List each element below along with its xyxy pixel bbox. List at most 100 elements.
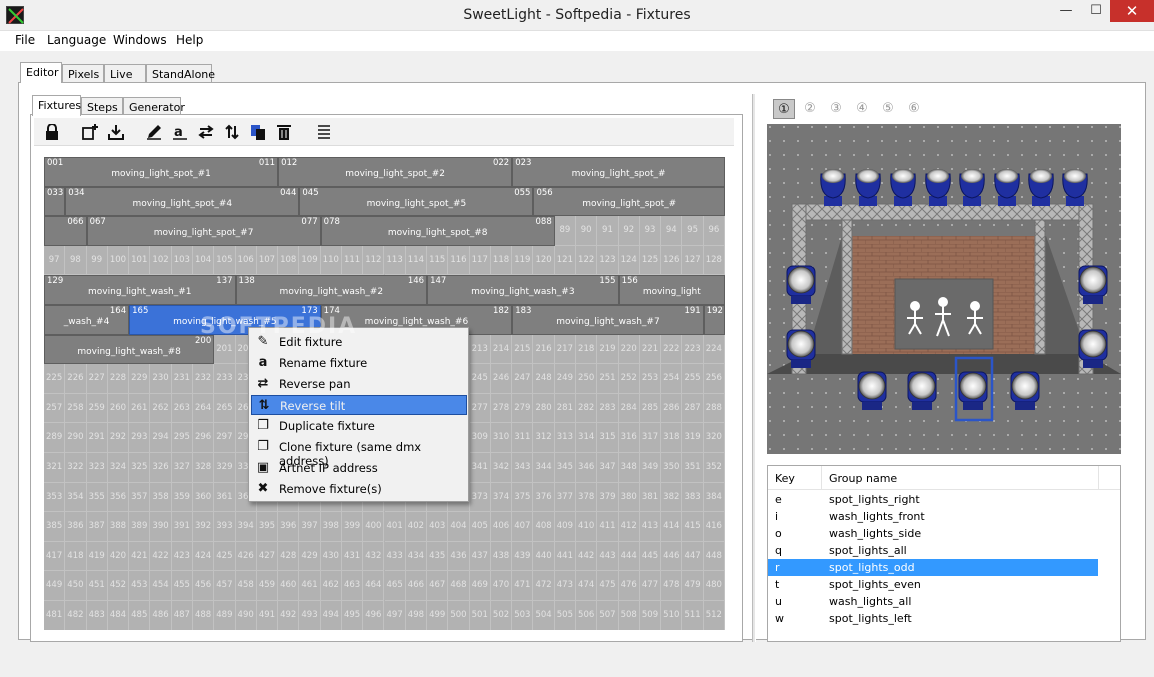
tab-standalone[interactable]: StandAlone: [146, 64, 215, 83]
dmx-channel-cell[interactable]: 111: [341, 245, 364, 276]
tab-fixtures[interactable]: Fixtures: [32, 95, 81, 116]
dmx-channel-cell[interactable]: 215: [512, 334, 534, 365]
group-row[interactable]: w spot_lights_left: [768, 610, 1098, 627]
dmx-channel-cell[interactable]: 379: [597, 482, 619, 513]
dmx-channel-cell[interactable]: 404: [448, 512, 470, 542]
dmx-channel-cell[interactable]: 117: [469, 245, 491, 276]
dmx-channel-cell[interactable]: 455: [171, 571, 193, 601]
dmx-channel-cell[interactable]: 324: [107, 453, 130, 483]
dmx-channel-cell[interactable]: 356: [107, 482, 130, 513]
dmx-channel-cell[interactable]: 477: [639, 571, 662, 601]
dmx-channel-cell[interactable]: 493: [299, 601, 321, 630]
dmx-channel-cell[interactable]: 353: [44, 482, 66, 513]
menu-help[interactable]: Help: [176, 33, 203, 47]
group-row[interactable]: u wash_lights_all: [768, 593, 1098, 610]
dmx-channel-cell[interactable]: 120: [533, 245, 555, 276]
dmx-channel-cell[interactable]: 359: [171, 482, 193, 513]
dmx-channel-cell[interactable]: 389: [129, 512, 151, 542]
dmx-channel-cell[interactable]: 105: [214, 245, 236, 276]
dmx-channel-cell[interactable]: 227: [86, 364, 108, 394]
dmx-channel-cell[interactable]: 119: [512, 245, 534, 276]
dmx-channel-cell[interactable]: 323: [86, 453, 108, 483]
dmx-channel-cell[interactable]: 483: [86, 601, 108, 630]
dmx-channel-cell[interactable]: 252: [618, 364, 640, 394]
dmx-channel-cell[interactable]: 428: [278, 541, 300, 572]
dmx-channel-cell[interactable]: 247: [512, 364, 534, 394]
dmx-channel-cell[interactable]: 222: [661, 334, 683, 365]
dmx-channel-cell[interactable]: 104: [192, 245, 215, 276]
dmx-channel-cell[interactable]: 349: [639, 453, 662, 483]
dmx-channel-cell[interactable]: 214: [490, 334, 513, 365]
dmx-channel-cell[interactable]: 496: [363, 601, 385, 630]
dmx-channel-cell[interactable]: 95: [682, 216, 704, 246]
dmx-channel-cell[interactable]: 384: [703, 482, 725, 513]
fixture-block[interactable]: 001 011 moving_light_spot_#1: [44, 157, 279, 187]
minimize-button[interactable]: —: [1052, 0, 1080, 22]
rename-icon[interactable]: a: [170, 122, 190, 142]
dmx-channel-cell[interactable]: 510: [661, 601, 683, 630]
dmx-channel-cell[interactable]: 449: [44, 571, 66, 601]
dmx-channel-cell[interactable]: 201: [214, 334, 236, 365]
tab-pixels[interactable]: Pixels: [62, 64, 104, 83]
group-row[interactable]: t spot_lights_even: [768, 576, 1098, 593]
dmx-channel-cell[interactable]: 391: [171, 512, 193, 542]
dmx-channel-cell[interactable]: 385: [44, 512, 66, 542]
dmx-channel-cell[interactable]: 360: [192, 482, 215, 513]
fixture-block[interactable]: 138 146 moving_light_wash_#2: [235, 275, 428, 305]
dmx-channel-cell[interactable]: 398: [320, 512, 342, 542]
dmx-channel-cell[interactable]: 508: [618, 601, 640, 630]
dmx-channel-cell[interactable]: 443: [597, 541, 619, 572]
tab-live[interactable]: Live: [104, 64, 146, 83]
menu-windows[interactable]: Windows: [113, 33, 167, 47]
dmx-channel-cell[interactable]: 440: [533, 541, 555, 572]
dmx-channel-cell[interactable]: 458: [235, 571, 257, 601]
dmx-channel-cell[interactable]: 397: [299, 512, 321, 542]
dmx-channel-cell[interactable]: 253: [639, 364, 662, 394]
dmx-channel-cell[interactable]: 487: [171, 601, 193, 630]
dmx-channel-cell[interactable]: 232: [192, 364, 215, 394]
context-menu-item-reverse-tilt[interactable]: ⇅ Reverse tilt: [251, 395, 467, 415]
fixture-block[interactable]: 023 moving_light_spot_#: [512, 157, 725, 187]
dmx-channel-cell[interactable]: 468: [448, 571, 470, 601]
context-menu-item-edit-fixture[interactable]: ✎ Edit fixture: [251, 332, 467, 352]
dmx-channel-cell[interactable]: 124: [618, 245, 640, 276]
dmx-channel-cell[interactable]: 456: [192, 571, 215, 601]
dmx-channel-cell[interactable]: 502: [490, 601, 513, 630]
dmx-channel-cell[interactable]: 465: [384, 571, 406, 601]
dmx-channel-cell[interactable]: 90: [576, 216, 598, 246]
dmx-channel-cell[interactable]: 424: [192, 541, 215, 572]
dmx-channel-cell[interactable]: 395: [256, 512, 279, 542]
dmx-channel-cell[interactable]: 446: [661, 541, 683, 572]
close-button[interactable]: ✕: [1110, 0, 1154, 22]
dmx-channel-cell[interactable]: 387: [86, 512, 108, 542]
dmx-channel-cell[interactable]: 216: [533, 334, 555, 365]
dmx-channel-cell[interactable]: 499: [427, 601, 449, 630]
dmx-channel-cell[interactable]: 350: [661, 453, 683, 483]
dmx-channel-cell[interactable]: 246: [490, 364, 513, 394]
dmx-channel-cell[interactable]: 507: [597, 601, 619, 630]
dmx-channel-cell[interactable]: 92: [618, 216, 640, 246]
dmx-channel-cell[interactable]: 416: [703, 512, 725, 542]
dmx-channel-cell[interactable]: 256: [703, 364, 725, 394]
dmx-channel-cell[interactable]: 444: [618, 541, 640, 572]
column-key-header[interactable]: Key: [775, 472, 795, 485]
dmx-channel-cell[interactable]: 426: [235, 541, 257, 572]
column-group-name-header[interactable]: Group name: [829, 472, 897, 485]
dmx-channel-cell[interactable]: 490: [235, 601, 257, 630]
dmx-channel-cell[interactable]: 438: [490, 541, 513, 572]
fixture-block[interactable]: 034 044 moving_light_spot_#4: [65, 186, 300, 217]
dmx-channel-cell[interactable]: 378: [576, 482, 598, 513]
dmx-channel-cell[interactable]: 506: [576, 601, 598, 630]
dmx-channel-cell[interactable]: 347: [597, 453, 619, 483]
dmx-channel-cell[interactable]: 497: [384, 601, 406, 630]
dmx-channel-cell[interactable]: 436: [448, 541, 470, 572]
dmx-channel-cell[interactable]: 342: [490, 453, 513, 483]
dmx-channel-cell[interactable]: 412: [618, 512, 640, 542]
dmx-channel-cell[interactable]: 293: [129, 423, 151, 453]
dmx-channel-cell[interactable]: 317: [639, 423, 662, 453]
fixture-block[interactable]: 200 moving_light_wash_#8: [44, 334, 215, 365]
dmx-channel-cell[interactable]: 217: [554, 334, 577, 365]
maximize-button[interactable]: ☐: [1082, 0, 1110, 22]
dmx-channel-cell[interactable]: 431: [341, 541, 364, 572]
dmx-channel-cell[interactable]: 512: [703, 601, 725, 630]
